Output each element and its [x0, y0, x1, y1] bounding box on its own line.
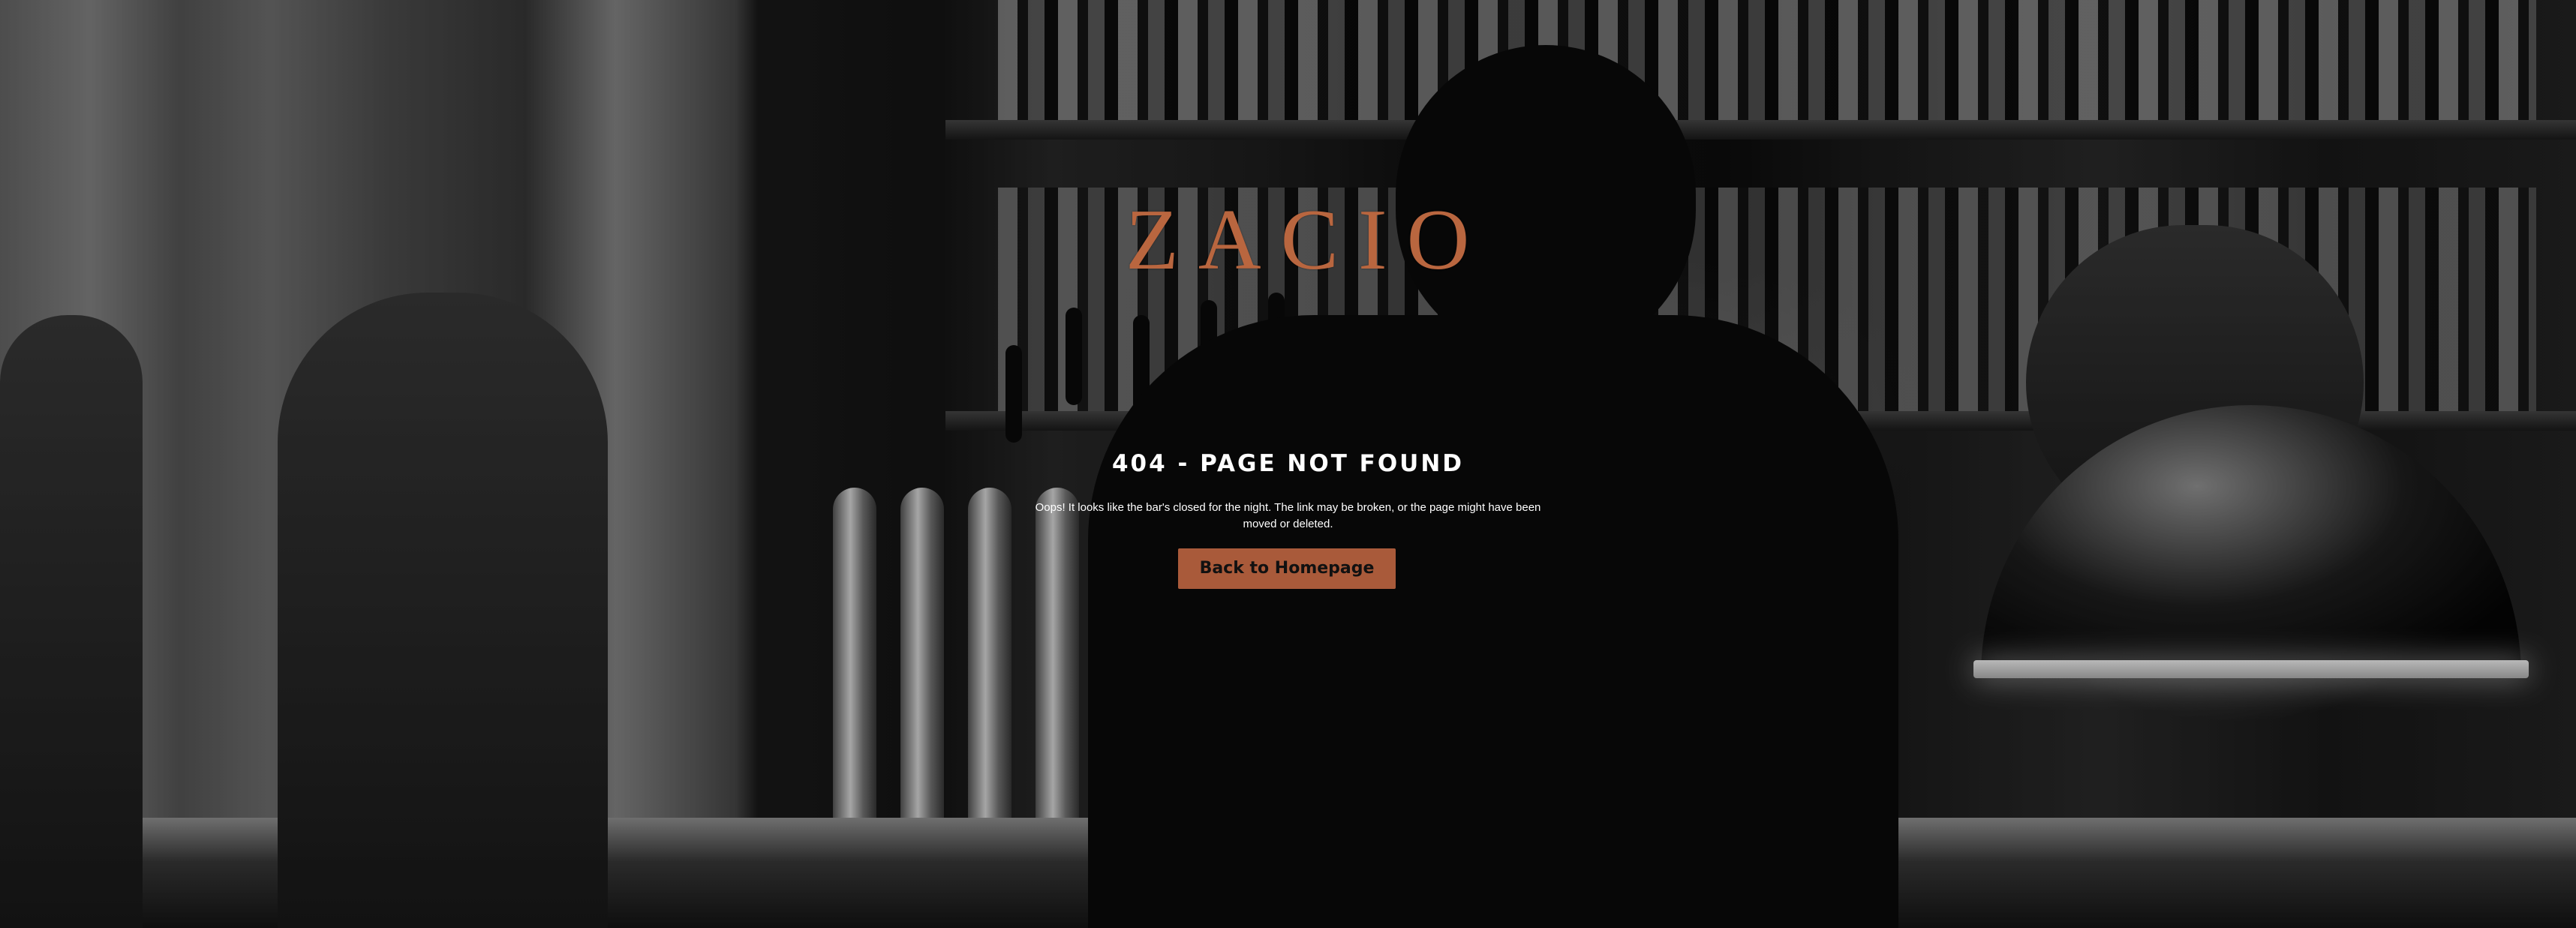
brand-logo[interactable]: ZACIO: [1126, 197, 1469, 284]
page-title: 404 - PAGE NOT FOUND: [1111, 450, 1465, 477]
error-page: ZACIO 404 - PAGE NOT FOUND Oops! It look…: [0, 0, 2576, 928]
back-to-homepage-button[interactable]: Back to Homepage: [1178, 548, 1396, 589]
error-content: ZACIO 404 - PAGE NOT FOUND Oops! It look…: [0, 0, 2576, 928]
error-message: Oops! It looks like the bar's closed for…: [1035, 501, 1541, 530]
